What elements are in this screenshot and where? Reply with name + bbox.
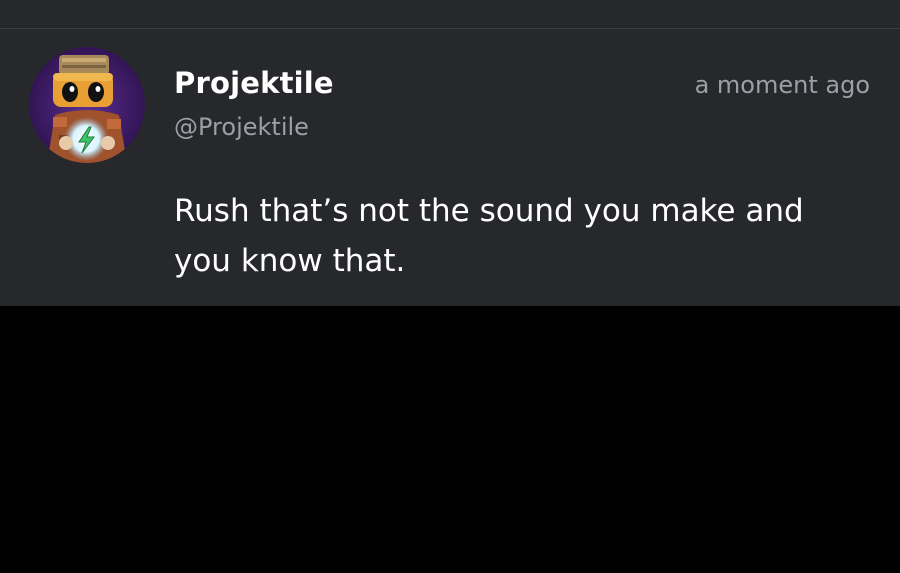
post-body: Rush that’s not the sound you make and y… [174,193,804,279]
author-handle[interactable]: @Projektile [174,113,309,141]
robot-avatar-icon [29,47,145,163]
top-divider [0,0,900,29]
post-card: Projektile @Projektile a moment ago Rush… [0,0,900,306]
post-timestamp[interactable]: a moment ago [695,71,870,99]
author-name[interactable]: Projektile [174,66,334,100]
empty-area [0,306,900,573]
avatar[interactable] [29,47,145,163]
